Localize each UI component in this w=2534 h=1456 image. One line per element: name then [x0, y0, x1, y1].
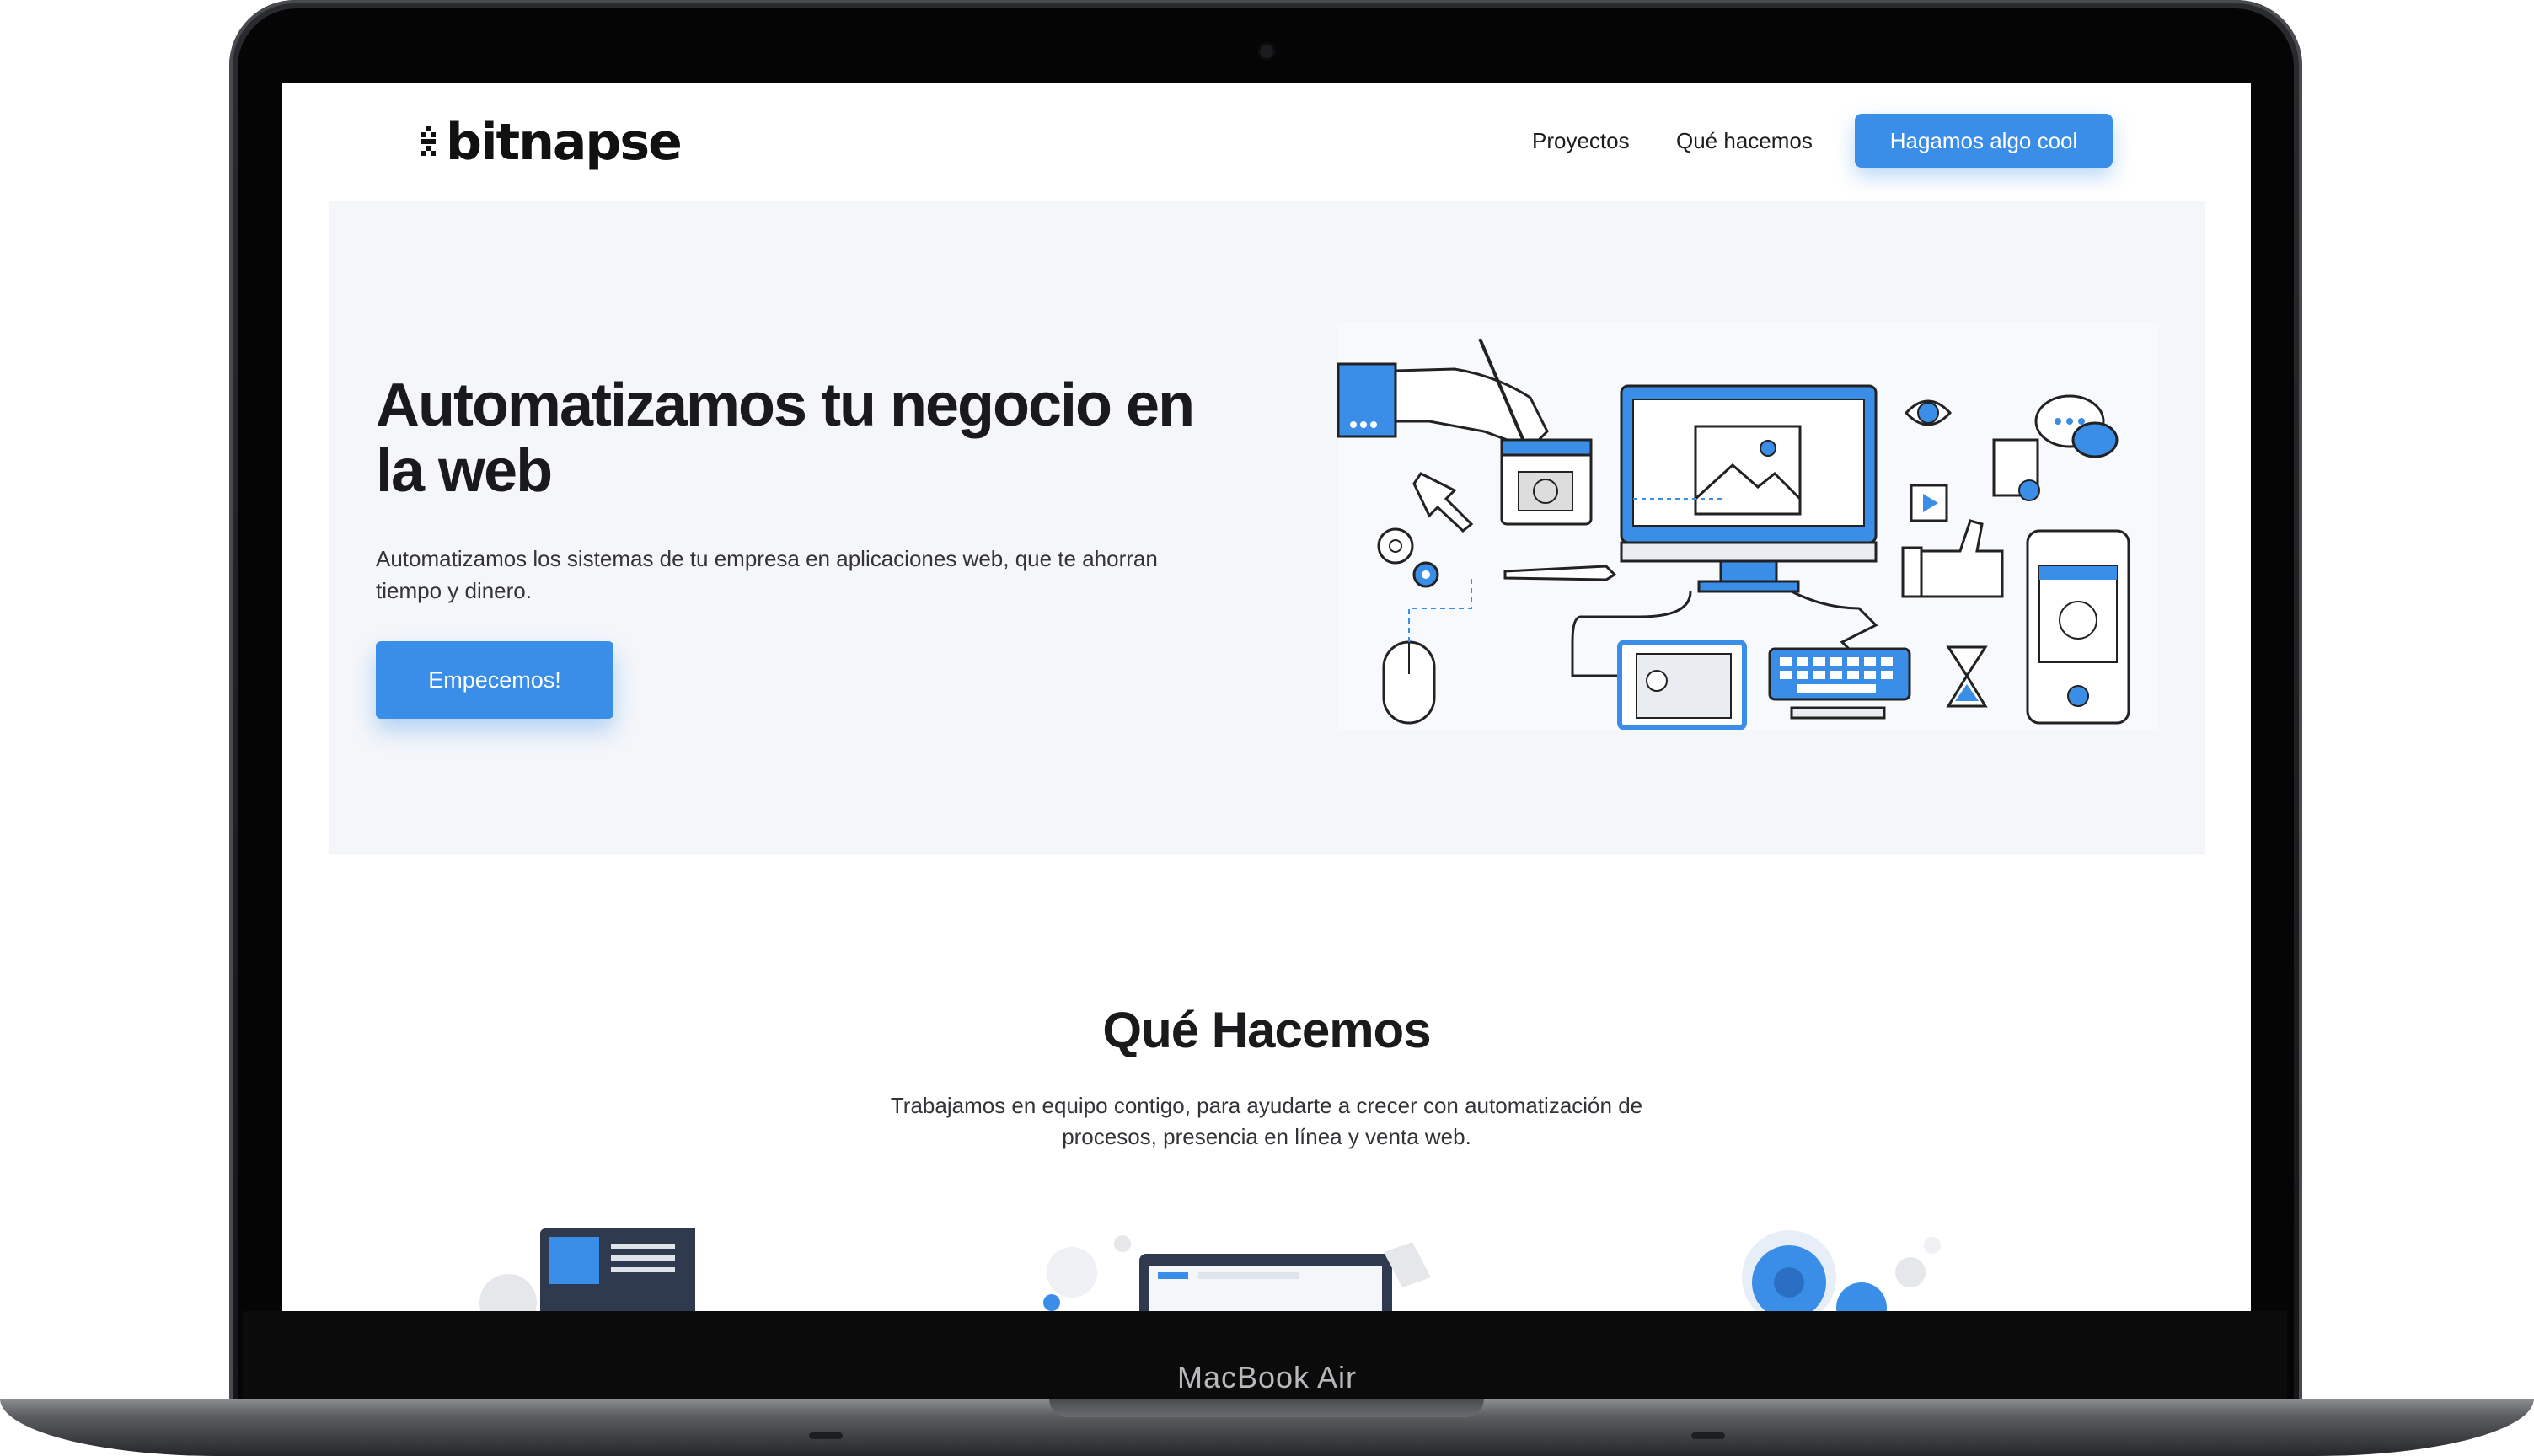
web-devices-illustration — [479, 1228, 695, 1311]
empecemos-button[interactable]: Empecemos! — [376, 641, 613, 719]
bitnapse-logo-icon — [421, 126, 436, 156]
hero-section: Automatizamos tu negocio en la web Autom… — [329, 201, 2205, 854]
site-logo[interactable]: bitnapse — [419, 113, 683, 172]
laptop-foot — [809, 1432, 843, 1439]
laptop-foot — [1691, 1432, 1725, 1439]
nav-link-proyectos[interactable]: Proyectos — [1532, 128, 1630, 154]
nav-link-que-hacemos[interactable]: Qué hacemos — [1676, 128, 1813, 154]
hero-subtitle: Automatizamos los sistemas de tu empresa… — [376, 546, 1158, 603]
camera-icon — [1260, 45, 1273, 58]
seo-gears-illustration — [1742, 1230, 1941, 1311]
browser-screen: bitnapse Proyectos Qué hacemos Hagamos a… — [282, 83, 2251, 1311]
laptop-notch — [1049, 1399, 1484, 1417]
ecommerce-illustration — [1043, 1235, 1431, 1311]
section-title: Qué Hacemos — [1102, 1002, 1431, 1058]
device-model-label: MacBook Air — [1176, 1360, 1358, 1394]
site-header: bitnapse Proyectos Qué hacemos Hagamos a… — [282, 83, 2251, 201]
hagamos-algo-cool-button[interactable]: Hagamos algo cool — [1855, 114, 2113, 168]
workstation-illustration — [1337, 322, 2159, 730]
section-subtitle: Trabajamos en equipo contigo, para ayuda… — [890, 1093, 1643, 1149]
logo-text: bitnapse — [446, 113, 683, 172]
hero-title: Automatizamos tu negocio en la web — [376, 372, 1195, 505]
